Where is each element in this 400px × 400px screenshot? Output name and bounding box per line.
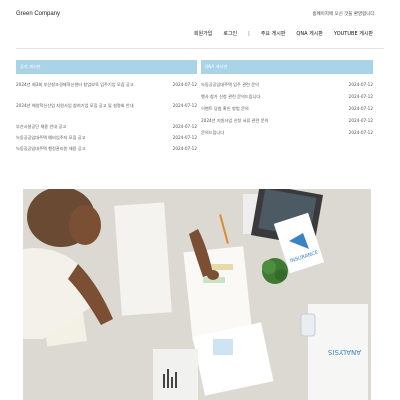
main-nav: 회원가입 로그인 | 주요 게시판 QNA 게시판 YOUTUBE 게시판 [194,30,373,38]
nav-join-link[interactable]: 회원가입 [194,30,212,37]
notice-row-title[interactable]: 녹동공공임대주택 예비입주자 모집 공고 [16,135,86,140]
notice-row-date: 2024-07-12 [172,146,197,151]
analysis-card-text: ANALYSIS [327,348,361,356]
notice-board: 공지 게시판 2024년 제3회 부산창조경제혁신센터 창업보육 입주기업 모집… [16,60,197,155]
notice-row-title[interactable]: 2024년 제3회 부산창조경제혁신센터 창업보육 입주기업 모집 공고 [16,82,134,87]
notice-row[interactable]: 녹동공공임대주택 행정관리원 채용 공고 2024-07-12 [16,144,197,155]
notice-row[interactable]: 2024년 해양혁신산업 지원사업 참여기업 모집 공고 및 설명회 안내 20… [16,101,197,122]
qna-row[interactable]: 문의드립니다 2024-07-12 [201,128,373,144]
qna-row-date: 2024-07-12 [348,94,373,99]
qna-row-date: 2024-07-12 [348,118,373,123]
office-desk-illustration: INSURANCE ANALYSIS [23,189,371,400]
qna-row-date: 2024-07-12 [348,82,373,87]
qna-row[interactable]: 2024년 지원사업 신청 서류 관련 문의 2024-07-12 [201,116,373,128]
nav-youtube-board-link[interactable]: YOUTUBE 게시판 [334,30,373,37]
qna-row-date: 2024-07-12 [348,106,373,111]
notice-row-title[interactable]: 부산시설공단 채용 안내 공고 [16,124,66,129]
qna-row-title[interactable]: 이벤트 당첨 확인 방법 문의 [201,106,249,111]
welcome-text: 홈페이지에 오신 것을 환영합니다. [312,12,376,17]
notice-board-title[interactable]: 공지 게시판 [16,60,197,74]
qna-row[interactable]: 행사 참가 신청 관련 문의드립니다 2024-07-12 [201,92,373,104]
notice-row-date: 2024-07-12 [172,82,197,87]
qna-board-title[interactable]: QNA 게시판 [201,60,373,74]
qna-row-title[interactable]: 2024년 지원사업 신청 서류 관련 문의 [201,118,268,123]
qna-row[interactable]: 녹동공공임대주택 입주 관련 문의 2024-07-12 [201,80,373,92]
notice-row-date: 2024-07-12 [172,103,197,108]
notice-row-date: 2024-07-12 [172,135,197,140]
nav-main-board-link[interactable]: 주요 게시판 [261,30,286,37]
nav-qna-board-link[interactable]: QNA 게시판 [296,30,323,37]
notice-row-date: 2024-07-12 [172,124,197,129]
notice-row-title[interactable]: 2024년 해양혁신산업 지원사업 참여기업 모집 공고 및 설명회 안내 [16,103,134,108]
header-divider [16,48,384,49]
qna-row-title[interactable]: 녹동공공임대주택 입주 관련 문의 [201,82,259,87]
qna-row[interactable]: 이벤트 당첨 확인 방법 문의 2024-07-12 [201,104,373,116]
site-header: Green Company 홈페이지에 오신 것을 환영합니다. 회원가입 로그… [0,0,400,50]
qna-board: QNA 게시판 녹동공공임대주택 입주 관련 문의 2024-07-12 행사 … [201,60,373,144]
notice-row[interactable]: 녹동공공임대주택 예비입주자 모집 공고 2024-07-12 [16,133,197,144]
qna-row-title[interactable]: 행사 참가 신청 관련 문의드립니다 [201,94,260,99]
notice-row[interactable]: 2024년 제3회 부산창조경제혁신센터 창업보육 입주기업 모집 공고 202… [16,80,197,101]
nav-separator: | [248,30,250,37]
hero-photo: INSURANCE ANALYSIS [23,189,371,400]
notice-row-title[interactable]: 녹동공공임대주택 행정관리원 채용 공고 [16,146,86,151]
brand-name[interactable]: Green Company [16,11,60,17]
qna-row-date: 2024-07-12 [348,130,373,135]
nav-login-link[interactable]: 로그인 [223,30,237,37]
qna-row-title[interactable]: 문의드립니다 [201,130,224,135]
notice-row[interactable]: 부산시설공단 채용 안내 공고 2024-07-12 [16,122,197,133]
